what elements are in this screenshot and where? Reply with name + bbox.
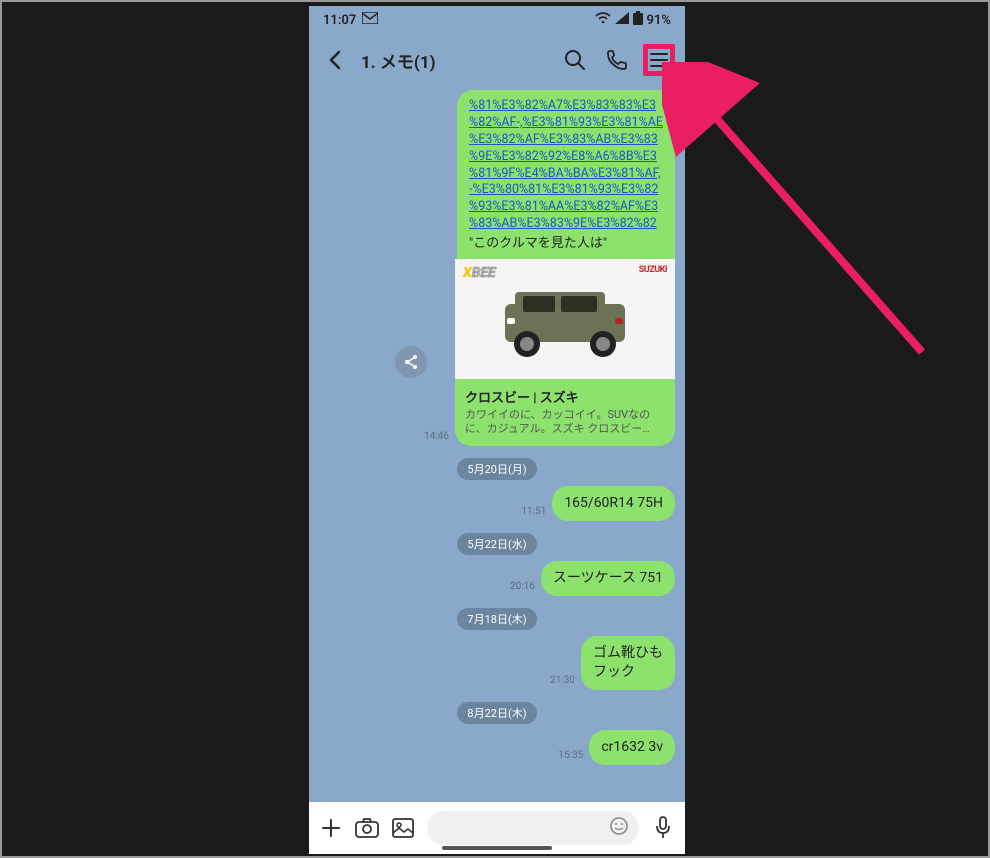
date-separator: 5月20日(月) — [457, 458, 536, 480]
message-caption: "このクルマを見た人は" — [469, 235, 663, 253]
home-indicator[interactable] — [442, 846, 552, 850]
message-time: 21:30 — [550, 675, 575, 686]
battery-percent: 91% — [647, 13, 671, 28]
message-url-link[interactable]: %81%E3%82%A7%E3%83%83%E3 %82%AF-,%E3%81%… — [469, 98, 663, 233]
date-separator: 8月22日(木) — [457, 702, 536, 724]
annotation-arrow — [662, 62, 962, 382]
date-separator: 5月22日(水) — [457, 533, 536, 555]
card-title: クロスビー | スズキ — [465, 387, 665, 406]
plus-button[interactable] — [319, 816, 343, 840]
gallery-button[interactable] — [391, 816, 415, 840]
date-separator: 7月18日(木) — [457, 608, 536, 630]
mic-button[interactable] — [651, 816, 675, 840]
battery-icon — [633, 11, 643, 29]
back-button[interactable] — [319, 44, 351, 76]
emoji-button[interactable] — [609, 816, 629, 840]
xbee-logo: XBEE — [463, 265, 496, 281]
status-time: 11:07 — [323, 13, 356, 28]
camera-button[interactable] — [355, 816, 379, 840]
link-preview-card[interactable]: XBEE SUZUKI — [455, 259, 675, 447]
message-bubble[interactable]: 165/60R14 75H — [552, 486, 675, 521]
message-bubble[interactable]: ゴム靴ひも フック — [581, 636, 675, 690]
share-button[interactable] — [395, 346, 427, 378]
message-url-bubble[interactable]: %81%E3%82%A7%E3%83%83%E3 %82%AF-,%E3%81%… — [457, 90, 675, 259]
call-button[interactable] — [601, 44, 633, 76]
card-image: XBEE SUZUKI — [455, 259, 675, 379]
message-time: 11:51 — [521, 506, 546, 517]
message-input[interactable] — [427, 811, 639, 845]
suzuki-logo: SUZUKI — [639, 265, 667, 275]
phone-frame: 11:07 91% 1. メモ(1) — [309, 6, 685, 854]
message-bubble[interactable]: cr1632 3v — [589, 730, 675, 765]
chat-title: 1. メモ(1) — [361, 48, 549, 73]
card-description: カワイイのに、カッコイイ。SUVなのに、カジュアル。スズキ クロスビー… — [465, 408, 665, 437]
message-time: 20:16 — [510, 581, 535, 592]
chat-area[interactable]: %81%E3%82%A7%E3%83%83%E3 %82%AF-,%E3%81%… — [309, 86, 685, 802]
mail-icon — [362, 12, 378, 28]
search-button[interactable] — [559, 44, 591, 76]
menu-button[interactable] — [643, 44, 675, 76]
chat-header: 1. メモ(1) — [309, 34, 685, 86]
signal-icon — [615, 12, 629, 28]
status-bar: 11:07 91% — [309, 6, 685, 34]
message-bubble[interactable]: スーツケース 751 — [541, 561, 675, 596]
wifi-icon — [595, 12, 611, 28]
message-time: 15:35 — [558, 750, 583, 761]
message-time: 14:46 — [424, 431, 449, 442]
